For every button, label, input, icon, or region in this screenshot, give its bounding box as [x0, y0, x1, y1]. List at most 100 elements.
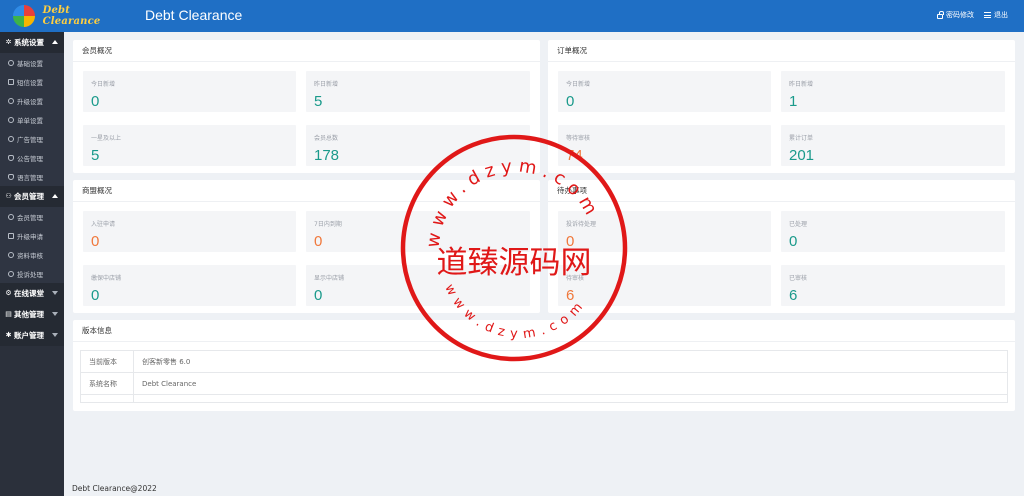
stat-label: 昨日新增: [789, 81, 814, 88]
blank-cell: [133, 394, 1008, 403]
stat-label: 已处理: [789, 221, 808, 228]
stat-label: 7日内到期: [314, 221, 342, 228]
sidebar-item-ads[interactable]: 广告管理: [0, 129, 64, 148]
stat-reviewed[interactable]: 已审核 6: [781, 265, 1005, 306]
stat-deposit-shops[interactable]: 缴保中店铺 0: [83, 265, 296, 306]
stat-total-members[interactable]: 会员总数 178: [306, 125, 530, 166]
stat-value: 201: [789, 147, 815, 164]
sidebar-item-languages[interactable]: 语言管理: [0, 167, 64, 186]
sidebar-item-label: 资料审核: [17, 251, 43, 260]
sidebar-item-member-management[interactable]: 会员管理: [0, 207, 64, 226]
stat-label: 缴保中店铺: [91, 275, 122, 282]
version-value: 创客新零售 6.0: [133, 350, 1008, 373]
todo-panel: 待办事项 投诉待处理 0 已处理 0 待审核 6 已审核 6: [548, 180, 1015, 313]
nav-group-classroom[interactable]: ⚙ 在线课堂: [0, 283, 64, 304]
logout-link[interactable]: 退出: [984, 10, 1008, 20]
panel-title: 商盟概况: [73, 180, 540, 202]
stat-label: 今日新增: [566, 81, 591, 88]
stat-value: 5: [314, 93, 323, 110]
stat-value: 5: [91, 147, 100, 164]
stat-value: 0: [91, 233, 100, 250]
sidebar-item-upgrade-settings[interactable]: 升级设置: [0, 91, 64, 110]
nav-group-label: 会员管理: [14, 192, 44, 201]
sidebar-item-label: 基础设置: [17, 59, 43, 68]
orders-overview-panel: 订单概况 今日新增 0 昨日新增 1 等待审核 74 累计订单 201: [548, 40, 1015, 173]
sidebar-item-label: 升级设置: [17, 97, 43, 106]
user-icon: [8, 213, 14, 220]
nav-group-label: 其他管理: [14, 310, 44, 319]
top-bar: Debt Clearance Debt Clearance 密码修改 退出: [0, 0, 1024, 32]
sidebar-item-announcements[interactable]: 公告管理: [0, 148, 64, 167]
gear-icon: [8, 59, 14, 66]
table-row: [80, 394, 1008, 403]
phone-icon: [8, 78, 14, 85]
settings-icon: ✲: [5, 38, 12, 46]
stat-complaints-pending[interactable]: 投诉待处理 0: [558, 211, 771, 252]
stat-value: 6: [789, 287, 798, 304]
stat-complaints-handled[interactable]: 已处理 0: [781, 211, 1005, 252]
stat-label: 今日新增: [91, 81, 116, 88]
members-overview-panel: 会员概况 今日新增 0 昨日新增 5 一星及以上 5 会员总数 178: [73, 40, 540, 173]
stat-join-requests[interactable]: 入驻申请 0: [83, 211, 296, 252]
sidebar-item-upgrade-requests[interactable]: 升级申请: [0, 226, 64, 245]
stat-expiring-7days[interactable]: 7日内到期 0: [306, 211, 530, 252]
change-password-link[interactable]: 密码修改: [937, 10, 974, 20]
info-icon: [8, 116, 14, 123]
sidebar-item-profile-review[interactable]: 资料审核: [0, 245, 64, 264]
nav-group-label: 系统设置: [14, 38, 44, 47]
system-name-value: Debt Clearance: [133, 372, 1008, 395]
sidebar-item-label: 语言管理: [17, 173, 43, 182]
stat-label: 待审核: [566, 275, 585, 282]
chevron-up-icon: [52, 40, 58, 44]
blank-cell: [80, 394, 134, 403]
footer-copyright: Debt Clearance@2022: [72, 484, 157, 493]
nav-group-system[interactable]: ✲ 系统设置: [0, 32, 64, 53]
stat-value: 74: [566, 147, 583, 164]
stat-value: 178: [314, 147, 340, 164]
stat-value: 0: [314, 233, 323, 250]
app-title: Debt Clearance: [145, 7, 243, 23]
stat-value: 0: [566, 233, 575, 250]
change-password-label: 密码修改: [946, 11, 974, 19]
stat-total-orders[interactable]: 累计订单 201: [781, 125, 1005, 166]
stat-label: 累计订单: [789, 135, 814, 142]
chevron-down-icon: [52, 291, 58, 295]
nav-group-label: 在线课堂: [14, 289, 44, 298]
lock-icon: [937, 10, 944, 19]
top-actions: 密码修改 退出: [937, 10, 1008, 20]
panel-title: 会员概况: [73, 40, 540, 62]
main-content: 会员概况 今日新增 0 昨日新增 5 一星及以上 5 会员总数 178 订单概况…: [64, 32, 1024, 496]
check-circle-icon: [8, 251, 14, 258]
stat-value: 0: [91, 287, 100, 304]
stat-today-new-members[interactable]: 今日新增 0: [83, 71, 296, 112]
sidebar-item-order-settings[interactable]: 单单设置: [0, 110, 64, 129]
stat-today-new-orders[interactable]: 今日新增 0: [558, 71, 771, 112]
sidebar: ✲ 系统设置 基础设置 短信设置 升级设置 单单设置 广告管理 公告管理 语言管…: [0, 32, 64, 496]
table-row: 系统名称 Debt Clearance: [80, 372, 1008, 395]
list-icon: [8, 232, 14, 239]
sidebar-item-label: 单单设置: [17, 116, 43, 125]
table-row: 当前版本 创客新零售 6.0: [80, 350, 1008, 373]
eye-icon: [8, 135, 14, 142]
bell-icon: [8, 173, 14, 180]
nav-group-members[interactable]: ⚇ 会员管理: [0, 186, 64, 207]
nav-group-other[interactable]: ▤ 其他管理: [0, 304, 64, 325]
stat-label: 昨日新增: [314, 81, 339, 88]
stat-yesterday-new-orders[interactable]: 昨日新增 1: [781, 71, 1005, 112]
stat-one-star-members[interactable]: 一星及以上 5: [83, 125, 296, 166]
stat-yesterday-new-members[interactable]: 昨日新增 5: [306, 71, 530, 112]
logo[interactable]: Debt Clearance: [0, 0, 130, 32]
sidebar-item-complaints[interactable]: 投诉处理: [0, 264, 64, 283]
sidebar-item-sms-settings[interactable]: 短信设置: [0, 72, 64, 91]
stat-value: 0: [566, 93, 575, 110]
stat-pending-review[interactable]: 待审核 6: [558, 265, 771, 306]
stat-pending-orders[interactable]: 等待审核 74: [558, 125, 771, 166]
stat-label: 入驻申请: [91, 221, 116, 228]
sidebar-item-basic-settings[interactable]: 基础设置: [0, 53, 64, 72]
merchants-overview-panel: 商盟概况 入驻申请 0 7日内到期 0 缴保中店铺 0 显示中店铺 0: [73, 180, 540, 313]
stat-visible-shops[interactable]: 显示中店铺 0: [306, 265, 530, 306]
panel-title: 待办事项: [548, 180, 1015, 202]
sidebar-item-label: 公告管理: [17, 154, 43, 163]
version-key: 当前版本: [80, 350, 134, 373]
nav-group-account[interactable]: ✱ 账户管理: [0, 325, 64, 346]
